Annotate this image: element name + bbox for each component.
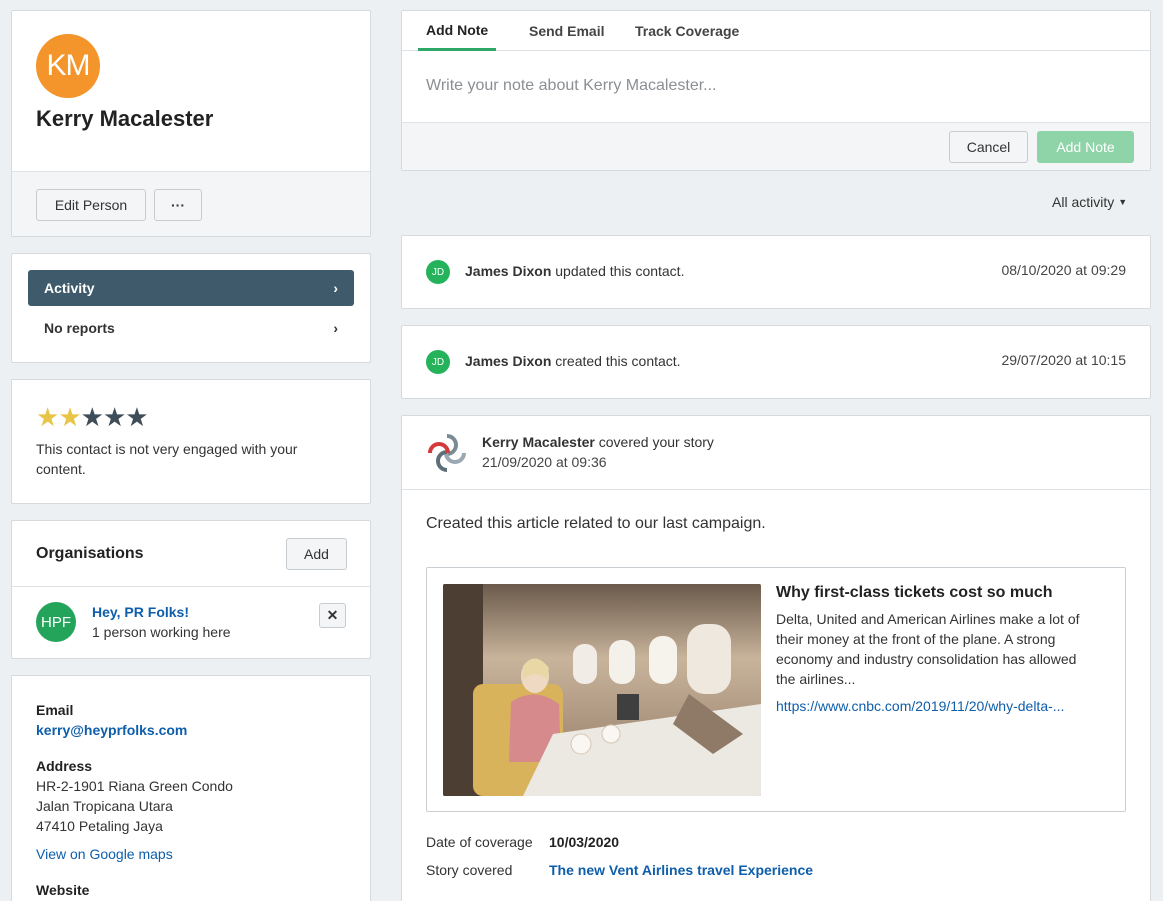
edit-person-button[interactable]: Edit Person [36, 189, 146, 221]
activity-filter-label: All activity [1052, 194, 1115, 210]
more-options-button[interactable]: ··· [154, 189, 202, 221]
org-name[interactable]: Hey, PR Folks! [92, 604, 189, 620]
activity-actor[interactable]: James Dixon [465, 353, 551, 369]
google-maps-link[interactable]: View on Google maps [36, 846, 173, 862]
coverage-card: Kerry Macalester covered your story 21/0… [401, 415, 1151, 901]
organisations-title: Organisations [36, 545, 144, 562]
email-link[interactable]: kerry@heyprfolks.com [36, 722, 187, 738]
engagement-text: This contact is not very engaged with yo… [36, 441, 298, 477]
activity-item: JD James Dixon updated this contact. 08/… [401, 235, 1151, 309]
activity-filter-dropdown[interactable]: All activity ▼ [1052, 194, 1127, 210]
profile-card: KM Kerry Macalester Edit Person ··· [11, 10, 371, 237]
coverage-header-text: Kerry Macalester covered your story [482, 434, 714, 450]
org-divider [12, 586, 370, 587]
activity-action: created this contact. [555, 353, 681, 369]
article-preview[interactable]: Why first-class tickets cost so much Del… [426, 567, 1126, 812]
profile-actions-bar: Edit Person ··· [12, 171, 370, 236]
star-filled-icon: ★ [58, 402, 81, 432]
remove-org-button[interactable]: ✕ [319, 603, 346, 628]
activity-action: updated this contact. [555, 263, 685, 279]
tab-track-coverage[interactable]: Track Coverage [635, 11, 739, 51]
email-label: Email [36, 702, 74, 718]
tab-send-email[interactable]: Send Email [529, 11, 604, 51]
profile-nav-card: Activity › No reports › [11, 253, 371, 363]
address-label: Address [36, 758, 93, 774]
contact-info-card: Email kerry@heyprfolks.com Address HR-2-… [11, 675, 371, 901]
activity-date: 29/07/2020 at 10:15 [1001, 352, 1126, 368]
tab-add-note[interactable]: Add Note [418, 11, 497, 51]
cancel-button[interactable]: Cancel [949, 131, 1028, 163]
address-line: 47410 Petaling Jaya [36, 818, 163, 834]
caret-down-icon: ▼ [1118, 197, 1128, 207]
activity-text: James Dixon created this contact. [465, 353, 681, 369]
article-url[interactable]: https://www.cnbc.com/2019/11/20/why-delt… [776, 698, 1096, 714]
note-input[interactable]: Write your note about Kerry Macalester..… [426, 77, 717, 95]
composer-tabs: Add Note Send Email Track Coverage [402, 11, 1150, 51]
coverage-divider [402, 489, 1150, 490]
activity-text: James Dixon updated this contact. [465, 263, 684, 279]
article-title[interactable]: Why first-class tickets cost so much [776, 584, 1053, 602]
coverage-action: covered your story [598, 434, 714, 450]
org-subtitle: 1 person working here [92, 624, 231, 640]
organisations-card: Organisations Add HPF Hey, PR Folks! 1 p… [11, 520, 371, 659]
star-empty-icon: ★ [102, 402, 126, 432]
nav-item-activity[interactable]: Activity › [28, 270, 354, 306]
composer-footer: Cancel Add Note [402, 122, 1150, 170]
date-of-coverage-label: Date of coverage [426, 834, 533, 850]
add-note-button[interactable]: Add Note [1037, 131, 1134, 163]
chevron-right-icon: › [333, 320, 338, 336]
close-icon: ✕ [326, 607, 339, 623]
nav-item-label: No reports [44, 320, 115, 336]
star-empty-icon: ★ [125, 402, 148, 432]
date-of-coverage-value: 10/03/2020 [549, 834, 620, 850]
actor-avatar: JD [426, 350, 450, 374]
coverage-date: 21/09/2020 at 09:36 [482, 454, 607, 470]
profile-avatar: KM [36, 34, 100, 98]
chevron-right-icon: › [333, 280, 338, 296]
coverage-actor[interactable]: Kerry Macalester [482, 434, 595, 450]
activity-item: JD James Dixon created this contact. 29/… [401, 325, 1151, 399]
address-line: HR-2-1901 Riana Green Condo [36, 778, 233, 794]
website-label: Website [36, 882, 90, 898]
nav-item-reports[interactable]: No reports › [28, 310, 354, 346]
actor-avatar: JD [426, 260, 450, 284]
star-empty-icon: ★ [80, 402, 104, 432]
address-line: Jalan Tropicana Utara [36, 798, 173, 814]
article-image [443, 584, 761, 796]
coverage-description: Created this article related to our last… [426, 515, 766, 532]
org-avatar: HPF [36, 602, 76, 642]
coverage-logo-icon [426, 432, 468, 474]
article-summary: Delta, United and American Airlines make… [776, 611, 1080, 687]
story-covered-label: Story covered [426, 862, 513, 878]
engagement-stars: ★★★★★ [36, 402, 149, 433]
profile-name: Kerry Macalester [36, 106, 214, 131]
star-filled-icon: ★ [36, 402, 59, 432]
story-covered-link[interactable]: The new Vent Airlines travel Experience [549, 862, 813, 878]
activity-actor[interactable]: James Dixon [465, 263, 551, 279]
activity-date: 08/10/2020 at 09:29 [1001, 262, 1126, 278]
nav-item-label: Activity [44, 280, 95, 296]
add-organisation-button[interactable]: Add [286, 538, 347, 570]
engagement-card: ★★★★★ This contact is not very engaged w… [11, 379, 371, 504]
composer-card: Add Note Send Email Track Coverage Write… [401, 10, 1151, 171]
